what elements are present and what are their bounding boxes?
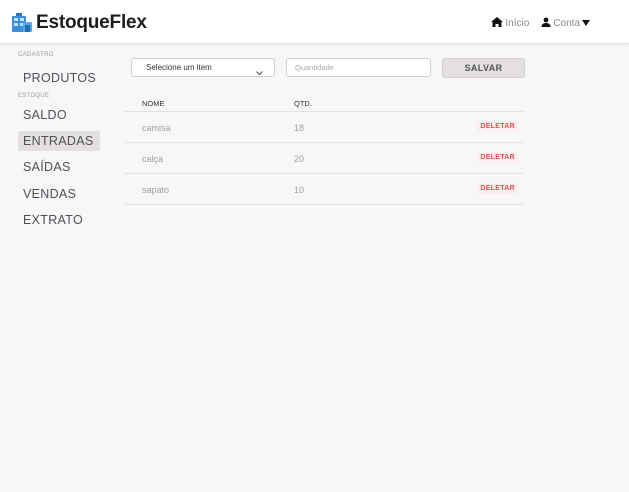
brand[interactable]: EstoqueFlex xyxy=(11,10,147,36)
cell-qty: 10 xyxy=(294,185,305,195)
sidebar-item-saidas[interactable]: SAÍDAS xyxy=(18,157,100,177)
cell-name: sapato xyxy=(142,185,170,195)
top-nav: Início Conta xyxy=(491,17,592,30)
home-icon xyxy=(491,17,505,30)
sidebar-item-vendas[interactable]: VENDAS xyxy=(18,184,100,204)
caret-down-icon xyxy=(582,18,592,29)
cell-qty: 18 xyxy=(294,123,305,133)
sidebar-item-saldo[interactable]: SALDO xyxy=(18,105,100,125)
delete-button[interactable]: DELETAR xyxy=(477,121,518,132)
sidebar-item-produtos[interactable]: PRODUTOS xyxy=(18,68,100,88)
table-row: calça 20 DELETAR xyxy=(124,143,523,174)
table-row: sapato 10 DELETAR xyxy=(124,174,523,205)
chevron-down-icon xyxy=(256,65,263,82)
section-label-cadastro: CADASTRO xyxy=(18,52,54,58)
user-icon xyxy=(541,17,553,30)
brand-name: EstoqueFlex xyxy=(36,12,147,33)
top-navbar: EstoqueFlex Início Conta xyxy=(0,0,629,44)
delete-button[interactable]: DELETAR xyxy=(477,152,518,163)
warehouse-logo-icon xyxy=(11,12,33,34)
section-label-estoque: ESTOQUE xyxy=(18,93,50,99)
sidebar-item-extrato[interactable]: EXTRATO xyxy=(18,210,100,230)
column-header-nome: NOME xyxy=(142,99,165,108)
sidebar-item-entradas[interactable]: ENTRADAS xyxy=(18,131,100,151)
column-header-qtd: QTD. xyxy=(294,99,312,108)
nav-inicio-label: Início xyxy=(505,18,530,29)
nav-inicio[interactable]: Início xyxy=(491,17,529,30)
cell-name: camisa xyxy=(142,123,171,133)
nav-conta-label: Conta xyxy=(553,18,580,29)
table-row: camisa 18 DELETAR xyxy=(124,112,523,143)
cell-name: calça xyxy=(142,154,164,164)
delete-button[interactable]: DELETAR xyxy=(477,183,518,194)
item-select[interactable]: Selecione um item xyxy=(131,58,275,77)
item-select-label: Selecione um item xyxy=(146,63,212,72)
nav-conta[interactable]: Conta xyxy=(541,17,592,30)
quantity-input[interactable] xyxy=(286,58,431,77)
table-header: NOME QTD. xyxy=(124,95,523,112)
cell-qty: 20 xyxy=(294,154,305,164)
sidebar: CADASTRO PRODUTOS ESTOQUE SALDO ENTRADAS… xyxy=(0,45,112,492)
entries-table: NOME QTD. camisa 18 DELETAR calça 20 DEL… xyxy=(124,95,523,205)
save-button[interactable]: SALVAR xyxy=(442,58,525,78)
